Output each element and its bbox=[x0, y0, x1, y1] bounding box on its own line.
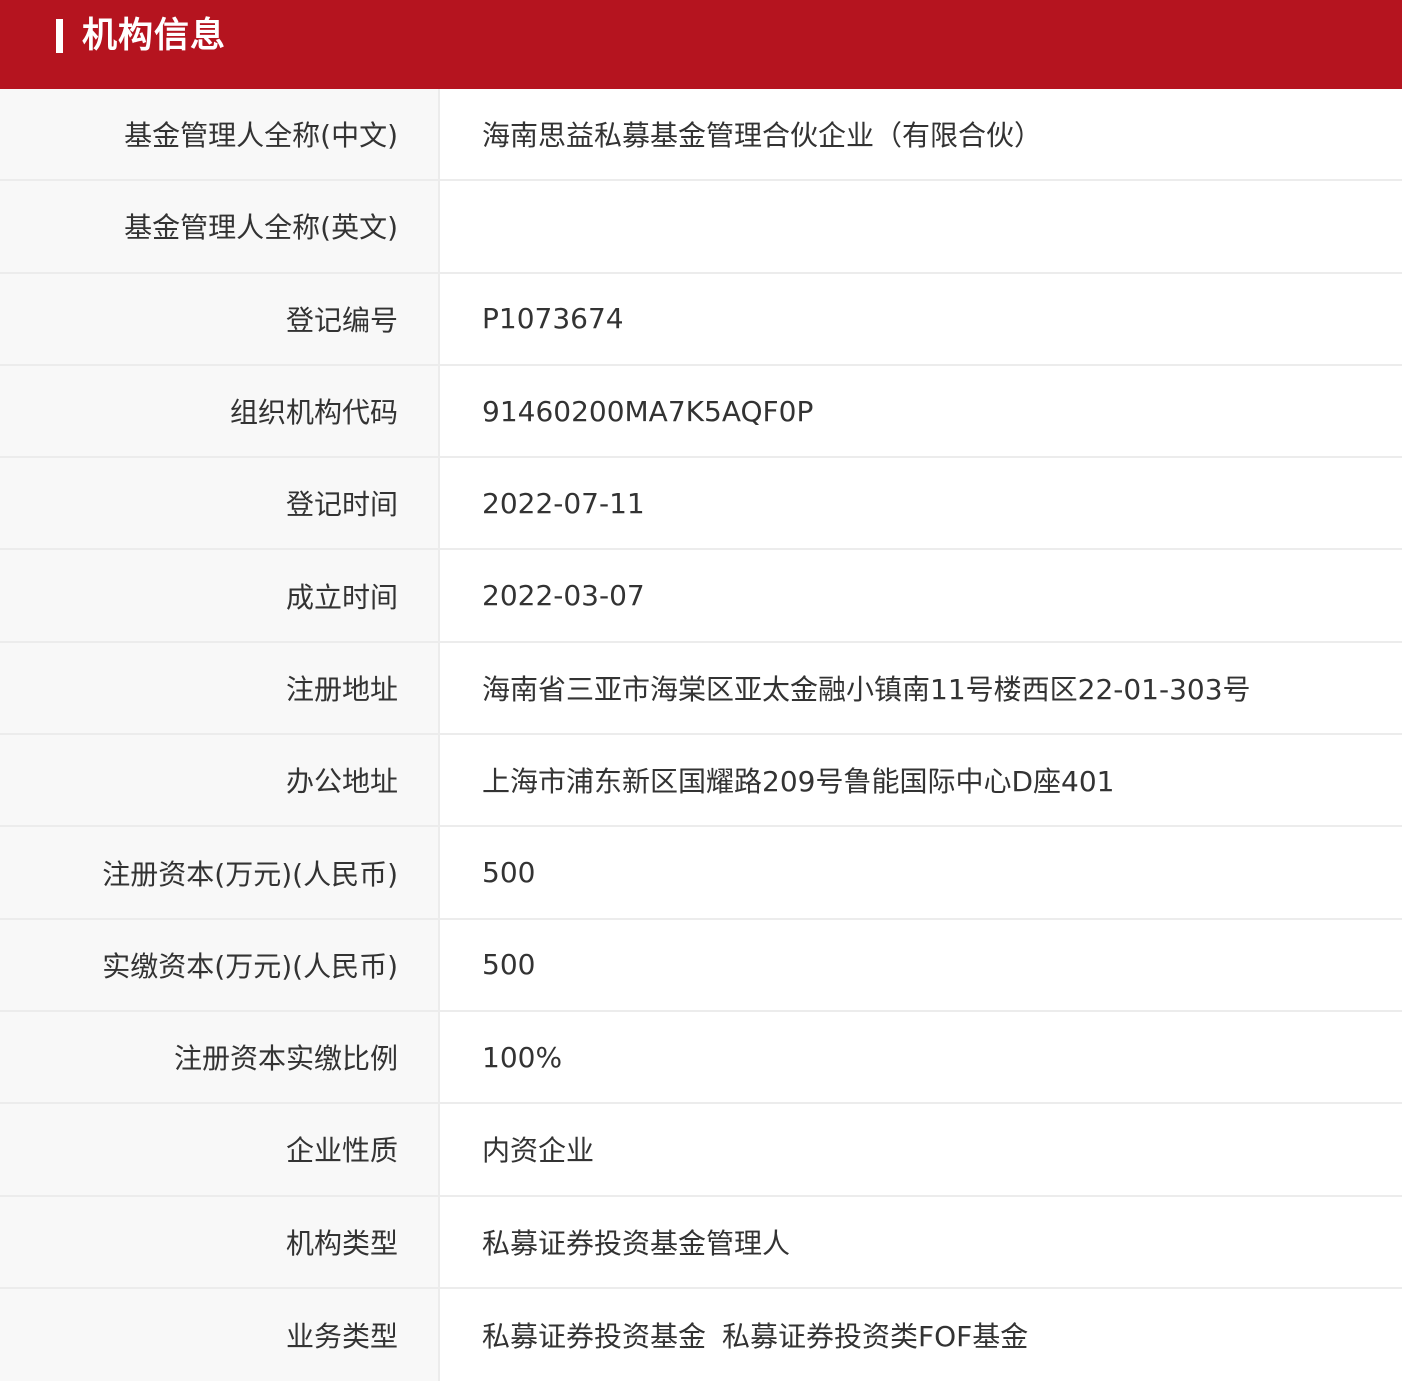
table-row-registration-number: 登记编号 P1073674 bbox=[0, 273, 1402, 366]
table-row-business-type: 业务类型 私募证券投资基金 私募证券投资类FOF基金 bbox=[0, 1288, 1402, 1381]
row-label: 办公地址 bbox=[0, 735, 440, 826]
info-table: 基金管理人全称(中文) 海南思益私募基金管理合伙企业（有限合伙） 基金管理人全称… bbox=[0, 89, 1402, 1381]
row-value: 500 bbox=[482, 948, 536, 982]
row-label: 注册地址 bbox=[0, 642, 440, 734]
row-label: 业务类型 bbox=[0, 1288, 440, 1381]
row-value: 上海市浦东新区国耀路209号鲁能国际中心D座401 bbox=[482, 765, 1115, 799]
row-value: 500 bbox=[482, 856, 536, 890]
row-label: 实缴资本(万元)(人民币) bbox=[0, 919, 440, 1010]
table-row-paid-ratio: 注册资本实缴比例 100% bbox=[0, 1011, 1402, 1105]
table-row-name-en: 基金管理人全称(英文) bbox=[0, 181, 1402, 274]
row-value: 2022-03-07 bbox=[482, 579, 645, 613]
row-label: 机构类型 bbox=[0, 1196, 440, 1287]
row-value: 100% bbox=[482, 1040, 563, 1074]
table-row-registered-address: 注册地址 海南省三亚市海棠区亚太金融小镇南11号楼西区22-01-303号 bbox=[0, 642, 1402, 736]
section-header: 机构信息 bbox=[0, 0, 1402, 89]
row-value: 91460200MA7K5AQF0P bbox=[482, 394, 814, 428]
row-value: 海南省三亚市海棠区亚太金融小镇南11号楼西区22-01-303号 bbox=[482, 672, 1251, 706]
table-row-registration-date: 登记时间 2022-07-11 bbox=[0, 458, 1402, 551]
table-row-office-address: 办公地址 上海市浦东新区国耀路209号鲁能国际中心D座401 bbox=[0, 735, 1402, 828]
row-label: 基金管理人全称(中文) bbox=[0, 89, 440, 180]
row-value: 私募证券投资基金管理人 bbox=[482, 1226, 791, 1260]
row-label: 登记时间 bbox=[0, 458, 440, 549]
row-value: 内资企业 bbox=[482, 1134, 595, 1168]
table-row-enterprise-nature: 企业性质 内资企业 bbox=[0, 1104, 1402, 1197]
header-accent-bar bbox=[56, 19, 63, 53]
table-row-institution-type: 机构类型 私募证券投资基金管理人 bbox=[0, 1196, 1402, 1289]
row-label: 组织机构代码 bbox=[0, 365, 440, 457]
row-label: 企业性质 bbox=[0, 1104, 440, 1195]
row-value bbox=[440, 181, 1402, 271]
row-label: 成立时间 bbox=[0, 550, 440, 641]
business-type-item: 私募证券投资基金 bbox=[482, 1320, 707, 1353]
row-value: 2022-07-11 bbox=[482, 486, 645, 520]
row-label: 注册资本(万元)(人民币) bbox=[0, 827, 440, 918]
business-type-item: 私募证券投资类FOF基金 bbox=[722, 1320, 1029, 1353]
row-value: 海南思益私募基金管理合伙企业（有限合伙） bbox=[482, 119, 1043, 153]
row-label: 注册资本实缴比例 bbox=[0, 1011, 440, 1103]
row-value: 私募证券投资基金 私募证券投资类FOF基金 bbox=[440, 1289, 1402, 1381]
row-value: P1073674 bbox=[482, 302, 624, 336]
table-row-registered-capital: 注册资本(万元)(人民币) 500 bbox=[0, 827, 1402, 920]
table-row-establish-date: 成立时间 2022-03-07 bbox=[0, 550, 1402, 643]
row-label: 登记编号 bbox=[0, 273, 440, 364]
table-row-name-cn: 基金管理人全称(中文) 海南思益私募基金管理合伙企业（有限合伙） bbox=[0, 89, 1402, 182]
section-title: 机构信息 bbox=[82, 16, 227, 56]
table-row-paid-capital: 实缴资本(万元)(人民币) 500 bbox=[0, 919, 1402, 1012]
table-row-org-code: 组织机构代码 91460200MA7K5AQF0P bbox=[0, 365, 1402, 459]
row-label: 基金管理人全称(英文) bbox=[0, 181, 440, 272]
